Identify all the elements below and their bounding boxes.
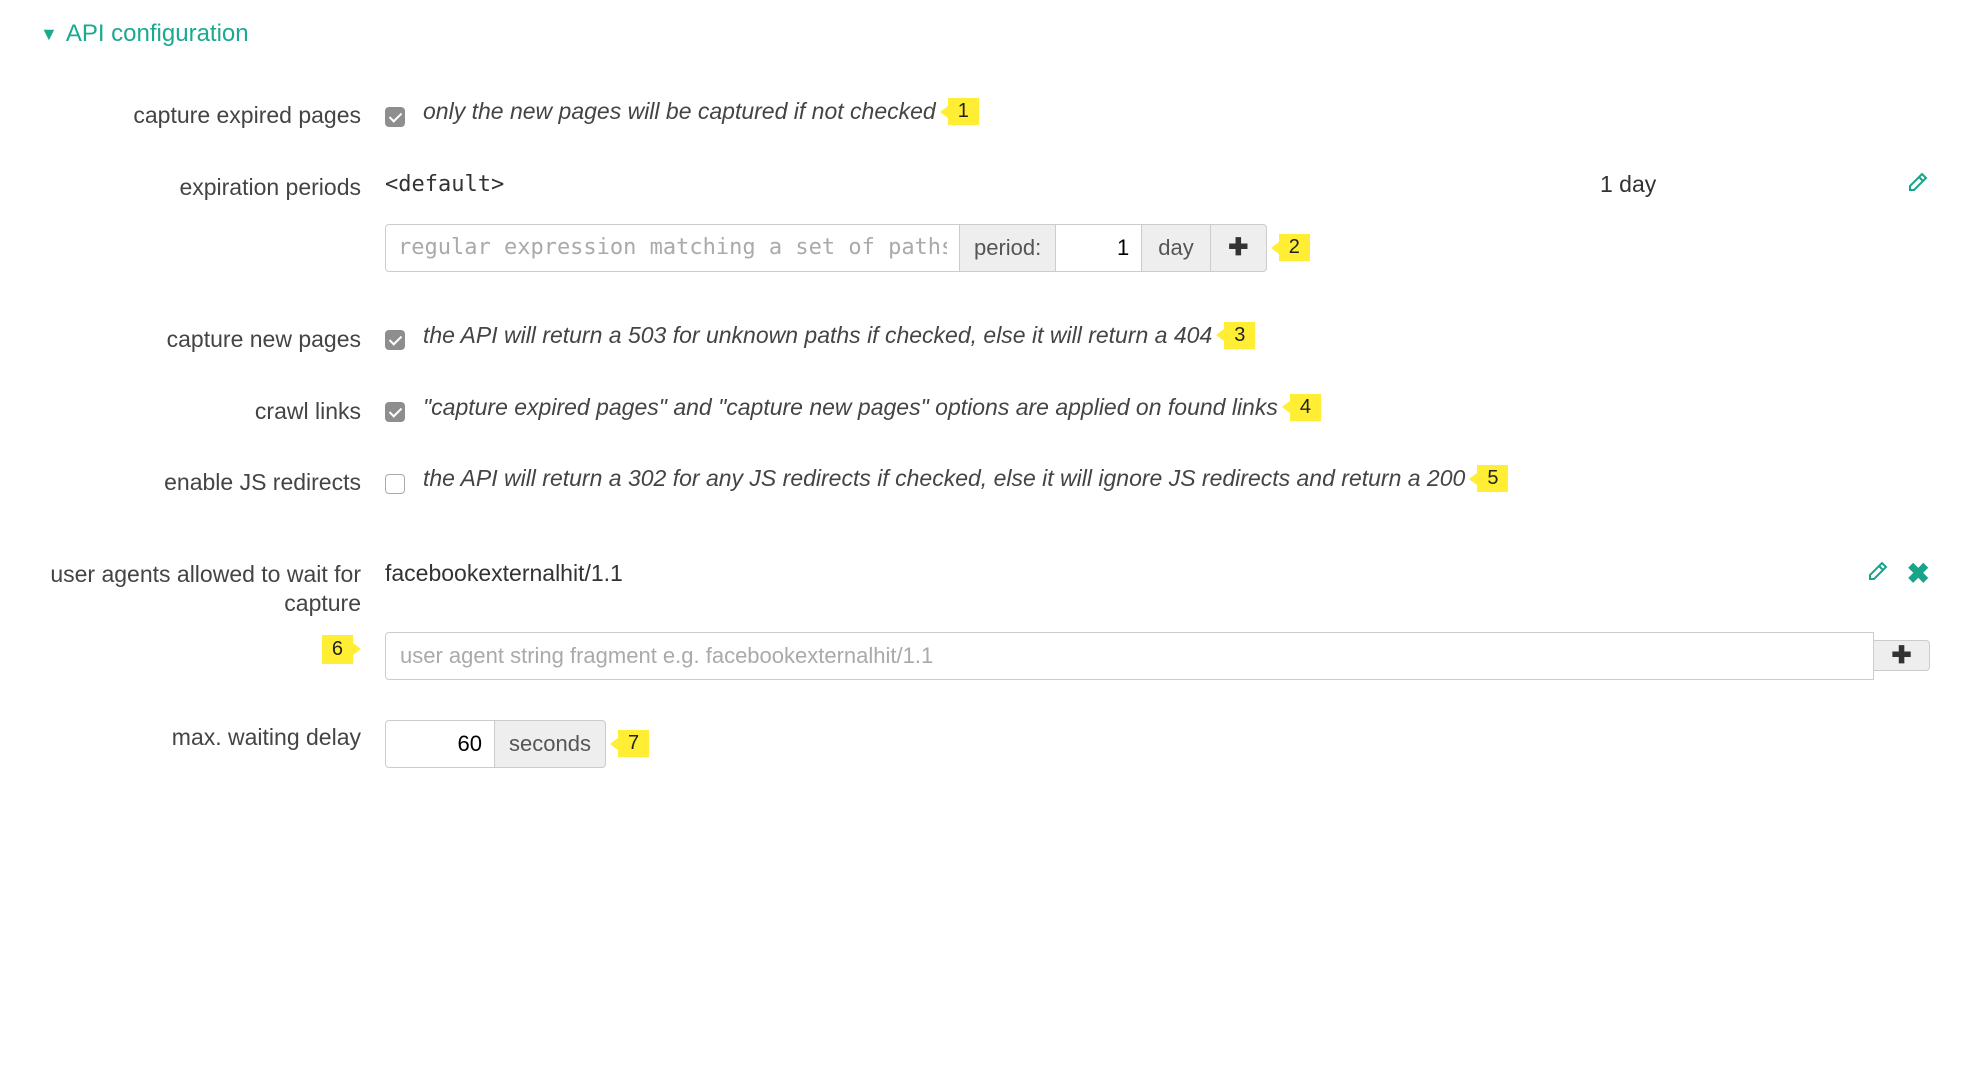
expiration-regex-input[interactable]	[385, 224, 960, 272]
delete-icon[interactable]: ✖	[1907, 558, 1930, 589]
edit-icon[interactable]	[1866, 562, 1896, 588]
max-delay-unit: seconds	[495, 720, 606, 768]
annotation-badge-7: 7	[618, 730, 649, 757]
add-user-agent-button[interactable]: ✚	[1874, 640, 1930, 671]
collapse-triangle-icon: ▼	[40, 24, 58, 45]
add-expiration-button[interactable]: ✚	[1211, 224, 1267, 272]
label-max-delay: max. waiting delay	[40, 720, 385, 752]
hint-js-redirects: the API will return a 302 for any JS red…	[423, 465, 1465, 492]
checkbox-capture-expired[interactable]	[385, 107, 405, 127]
max-delay-input[interactable]	[385, 720, 495, 768]
hint-capture-new: the API will return a 503 for unknown pa…	[423, 322, 1212, 349]
label-capture-new: capture new pages	[40, 322, 385, 354]
section-header[interactable]: ▼ API configuration	[40, 20, 1930, 48]
annotation-badge-5: 5	[1477, 465, 1508, 492]
annotation-badge-6: 6	[322, 635, 353, 664]
period-unit-select[interactable]: day	[1142, 224, 1210, 272]
edit-icon[interactable]	[1906, 173, 1930, 199]
annotation-badge-2: 2	[1279, 234, 1310, 261]
hint-crawl-links: "capture expired pages" and "capture new…	[423, 394, 1278, 421]
label-expiration-periods: expiration periods	[40, 170, 385, 202]
label-crawl-links: crawl links	[40, 394, 385, 426]
user-agent-input[interactable]	[385, 632, 1874, 680]
checkbox-capture-new[interactable]	[385, 330, 405, 350]
checkbox-js-redirects[interactable]	[385, 474, 405, 494]
hint-capture-expired: only the new pages will be captured if n…	[423, 98, 936, 125]
plus-icon: ✚	[1228, 233, 1248, 262]
label-capture-expired: capture expired pages	[40, 98, 385, 130]
expiration-default-name: <default>	[385, 172, 1600, 197]
annotation-badge-3: 3	[1224, 322, 1255, 349]
annotation-badge-1: 1	[948, 98, 979, 125]
user-agent-item: facebookexternalhit/1.1	[385, 560, 1840, 587]
period-label: period:	[960, 224, 1056, 272]
section-title: API configuration	[66, 20, 249, 48]
label-js-redirects: enable JS redirects	[40, 465, 385, 497]
checkbox-crawl-links[interactable]	[385, 402, 405, 422]
plus-icon: ✚	[1891, 641, 1911, 670]
period-value-input[interactable]	[1056, 224, 1142, 272]
annotation-badge-4: 4	[1290, 394, 1321, 421]
expiration-default-period: 1 day	[1600, 171, 1850, 198]
label-user-agents: user agents allowed to wait for capture	[40, 557, 385, 618]
